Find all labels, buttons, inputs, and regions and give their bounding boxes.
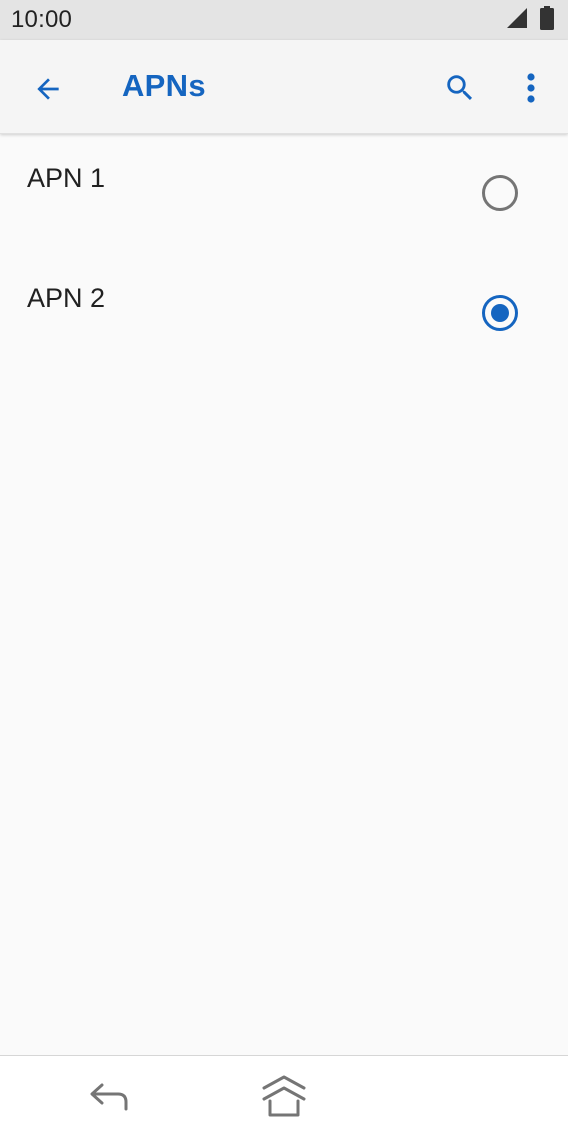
- apn-settings-screen: 10:00 APNs APN 1 APN 2: [0, 0, 568, 1136]
- system-nav-bar: [0, 1055, 568, 1136]
- nav-home-button[interactable]: [258, 1072, 310, 1122]
- search-icon: [447, 75, 473, 101]
- status-time: 10:00: [11, 6, 73, 33]
- status-bar: 10:00: [0, 0, 568, 40]
- arrow-left-icon: [37, 78, 59, 100]
- nav-home-icon: [262, 1075, 306, 1117]
- app-bar: APNs: [0, 40, 568, 134]
- apn-list-item[interactable]: APN 1: [0, 135, 568, 255]
- signal-icon: [506, 7, 528, 34]
- apn-radio-button[interactable]: [482, 295, 518, 331]
- apn-label: APN 2: [27, 283, 106, 313]
- apn-radio-button[interactable]: [482, 175, 518, 211]
- status-icons: [506, 5, 554, 35]
- apn-list-item[interactable]: APN 2: [0, 255, 568, 375]
- more-vert-icon: [527, 73, 535, 103]
- battery-icon: [540, 5, 554, 35]
- back-button[interactable]: [22, 63, 74, 115]
- apn-list: APN 1 APN 2: [0, 135, 568, 375]
- page-title: APNs: [122, 68, 206, 103]
- apn-label: APN 1: [27, 163, 106, 193]
- nav-back-button[interactable]: [84, 1074, 136, 1120]
- more-options-button[interactable]: [510, 62, 552, 114]
- search-button[interactable]: [434, 62, 486, 114]
- nav-back-icon: [90, 1083, 128, 1111]
